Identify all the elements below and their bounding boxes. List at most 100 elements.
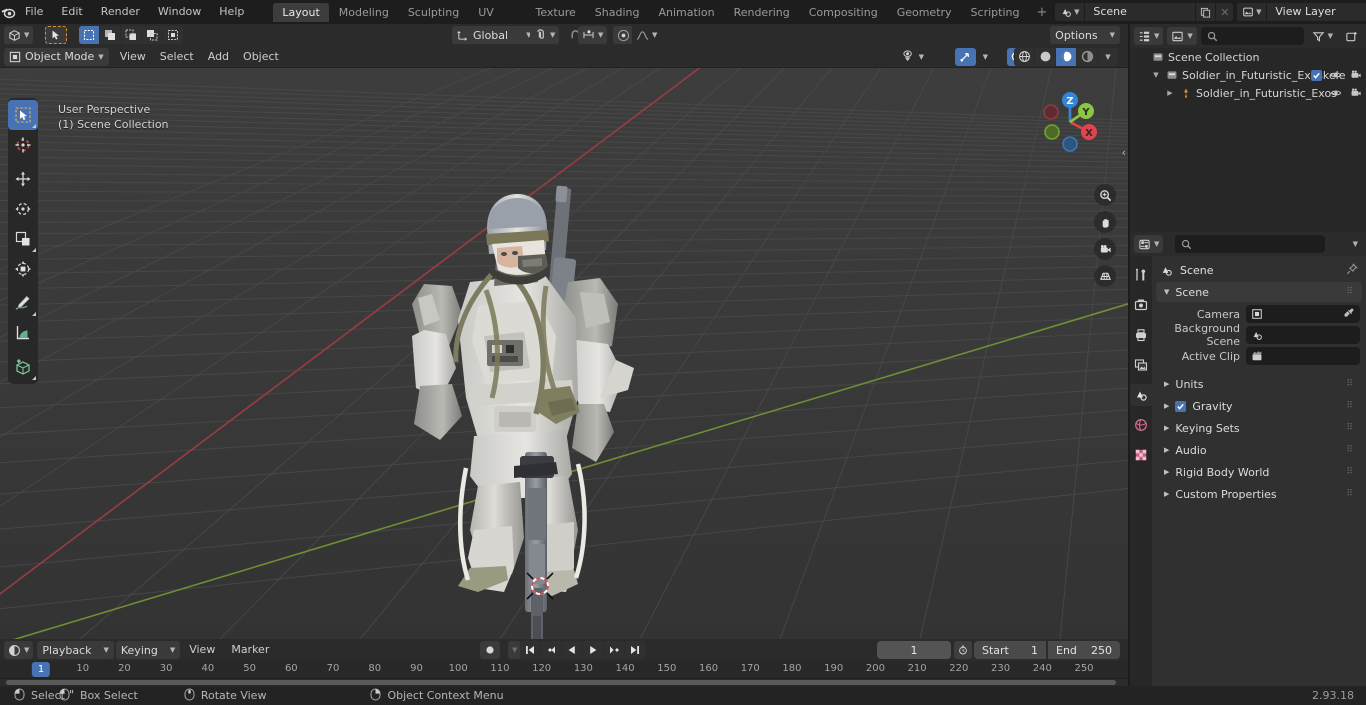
workspace-tab-compositing[interactable]: Compositing — [800, 3, 887, 22]
viewlayer-icon[interactable]: ▼ — [1237, 3, 1268, 21]
select-mode-group[interactable] — [79, 26, 184, 44]
select-intersect-icon[interactable] — [163, 26, 184, 44]
new-collection-icon[interactable] — [1341, 27, 1362, 45]
workspace-tab-animation[interactable]: Animation — [649, 3, 723, 22]
timeline-menu-marker[interactable]: Marker — [224, 641, 276, 659]
viewport-menu-view[interactable]: View — [113, 48, 153, 66]
gizmo-dropdown-chevron[interactable]: ▼ — [978, 47, 992, 66]
outliner-row[interactable]: ▼ Soldier_in_Futuristic_Exoskele — [1130, 66, 1366, 84]
menu-edit[interactable]: Edit — [52, 3, 91, 21]
panel-custom-properties[interactable]: ▶ Custom Properties ⠿ — [1156, 484, 1362, 504]
select-difference-icon[interactable] — [142, 26, 163, 44]
properties-search-input[interactable] — [1175, 235, 1326, 253]
chevron-down-icon[interactable]: ▼ — [1348, 235, 1362, 253]
outliner-row[interactable]: ▶ Soldier_in_Futuristic_Exos — [1130, 84, 1366, 102]
timeline-menu-playback[interactable]: Playback ▼ — [37, 641, 114, 659]
viewlayer-name-field[interactable]: View Layer — [1267, 3, 1366, 21]
menu-window[interactable]: Window — [149, 3, 210, 21]
tweak-tool[interactable] — [8, 100, 38, 130]
transform-tool[interactable] — [8, 254, 38, 284]
playhead[interactable]: 1 — [31, 662, 51, 677]
camera-render-icon[interactable] — [1350, 69, 1362, 81]
blender-logo-icon[interactable] — [0, 0, 16, 24]
scene-name-field[interactable]: Scene — [1085, 3, 1196, 21]
soldier-3d-model[interactable] — [0, 68, 1128, 639]
camera-view-icon[interactable] — [1094, 238, 1116, 260]
render-tab[interactable] — [1130, 294, 1152, 316]
eye-icon[interactable] — [1330, 87, 1342, 99]
panel-scene-header[interactable]: ▼ Scene ⠿ — [1156, 282, 1362, 302]
stopwatch-icon[interactable] — [954, 641, 972, 659]
play-reverse-icon[interactable] — [562, 641, 582, 659]
snap-to-dropdown[interactable]: ▼ — [530, 26, 560, 44]
panel-rigid-body-world[interactable]: ▶ Rigid Body World ⠿ — [1156, 462, 1362, 482]
duplicate-icon[interactable] — [1195, 3, 1216, 21]
menu-render[interactable]: Render — [92, 3, 149, 21]
shading-dropdown-chevron[interactable]: ▼ — [1098, 47, 1118, 66]
gravity-checkbox[interactable] — [1175, 400, 1187, 412]
chevron-down-icon[interactable]: ▼ — [1150, 71, 1162, 79]
workspace-tab-texture-paint[interactable]: Texture Paint — [527, 3, 585, 38]
select-extend-icon[interactable] — [100, 26, 121, 44]
unlink-scene-button[interactable]: ✕ — [1215, 3, 1234, 21]
gizmo-icon[interactable] — [955, 47, 976, 66]
cursor-tool[interactable] — [8, 130, 38, 160]
transform-orientation-dropdown[interactable]: Global ▼ — [452, 26, 537, 44]
snap-target-dropdown[interactable]: ▼ — [578, 26, 608, 44]
measure-tool[interactable] — [8, 318, 38, 348]
move-tool[interactable] — [8, 164, 38, 194]
timeline-menu-view[interactable]: View — [182, 641, 222, 659]
panel-keying-sets[interactable]: ▶ Keying Sets ⠿ — [1156, 418, 1362, 438]
outliner-search-input[interactable] — [1200, 27, 1304, 45]
tool-tab[interactable] — [1130, 264, 1152, 286]
visibility-icon[interactable]: ▼ — [897, 47, 928, 66]
menu-help[interactable]: Help — [210, 3, 253, 21]
workspace-tab-sculpting[interactable]: Sculpting — [399, 3, 468, 22]
object-mode-dropdown[interactable]: Object Mode ▼ — [4, 47, 109, 66]
viewport-menu-add[interactable]: Add — [201, 48, 236, 66]
viewport-menu-object[interactable]: Object — [236, 48, 286, 66]
end-frame-field[interactable]: End 250 — [1048, 641, 1120, 659]
output-tab[interactable] — [1130, 324, 1152, 346]
filter-icon[interactable]: ▼ — [1307, 27, 1337, 45]
wireframe-icon[interactable] — [1014, 47, 1034, 66]
viewlayer-tab[interactable] — [1130, 354, 1152, 376]
workspace-tab-scripting[interactable]: Scripting — [962, 3, 1029, 22]
rendered-icon[interactable] — [1077, 47, 1097, 66]
camera-render-icon[interactable] — [1350, 87, 1362, 99]
material-preview-icon[interactable] — [1056, 47, 1076, 66]
solid-icon[interactable] — [1035, 47, 1055, 66]
editor-type-outliner-icon[interactable]: ▼ — [1134, 27, 1164, 45]
scene-icon[interactable]: ▼ — [1055, 3, 1086, 21]
scene-selector[interactable]: ▼ Scene ✕ — [1055, 3, 1234, 21]
panel-audio[interactable]: ▶ Audio ⠿ — [1156, 440, 1362, 460]
workspace-tab-shading[interactable]: Shading — [586, 3, 649, 22]
viewport-canvas[interactable]: User Perspective (1) Scene Collection X … — [0, 68, 1128, 639]
menu-file[interactable]: File — [16, 3, 52, 21]
checkbox-icon[interactable] — [1311, 69, 1322, 81]
field-input-background-scene[interactable] — [1246, 326, 1360, 344]
options-dropdown[interactable]: Options ▼ — [1050, 26, 1120, 44]
scene-tab[interactable] — [1130, 384, 1152, 406]
jump-end-icon[interactable] — [625, 641, 645, 659]
scale-tool[interactable] — [8, 224, 38, 254]
timeline-horizontal-scrollbar[interactable] — [6, 680, 1116, 685]
chevron-right-icon[interactable]: ▶ — [1164, 89, 1176, 97]
workspace-tab-geometry-nodes[interactable]: Geometry Nodes — [888, 3, 961, 38]
field-input-camera[interactable] — [1246, 305, 1360, 323]
annotate-tool[interactable] — [8, 288, 38, 318]
chevron-left-icon[interactable]: ‹ — [1122, 146, 1126, 159]
pin-icon[interactable] — [1346, 262, 1358, 278]
orthographic-toggle-icon[interactable] — [1094, 265, 1116, 287]
timeline-menu-keying[interactable]: Keying ▼ — [115, 641, 181, 659]
add-cube-tool[interactable] — [8, 352, 38, 382]
shading-mode-group[interactable]: ▼ — [1014, 47, 1118, 66]
panel-gravity[interactable]: ▶ Gravity ⠿ — [1156, 396, 1362, 416]
workspace-tab-modeling[interactable]: Modeling — [330, 3, 398, 22]
falloff-smooth-icon[interactable]: ▼ — [632, 26, 662, 44]
workspace-tab-layout[interactable]: Layout — [273, 2, 329, 22]
select-subtract-icon[interactable] — [121, 26, 142, 44]
world-tab[interactable] — [1130, 414, 1152, 436]
record-keyframe-icon[interactable] — [480, 641, 500, 659]
outliner-row[interactable]: Scene Collection — [1130, 48, 1366, 66]
